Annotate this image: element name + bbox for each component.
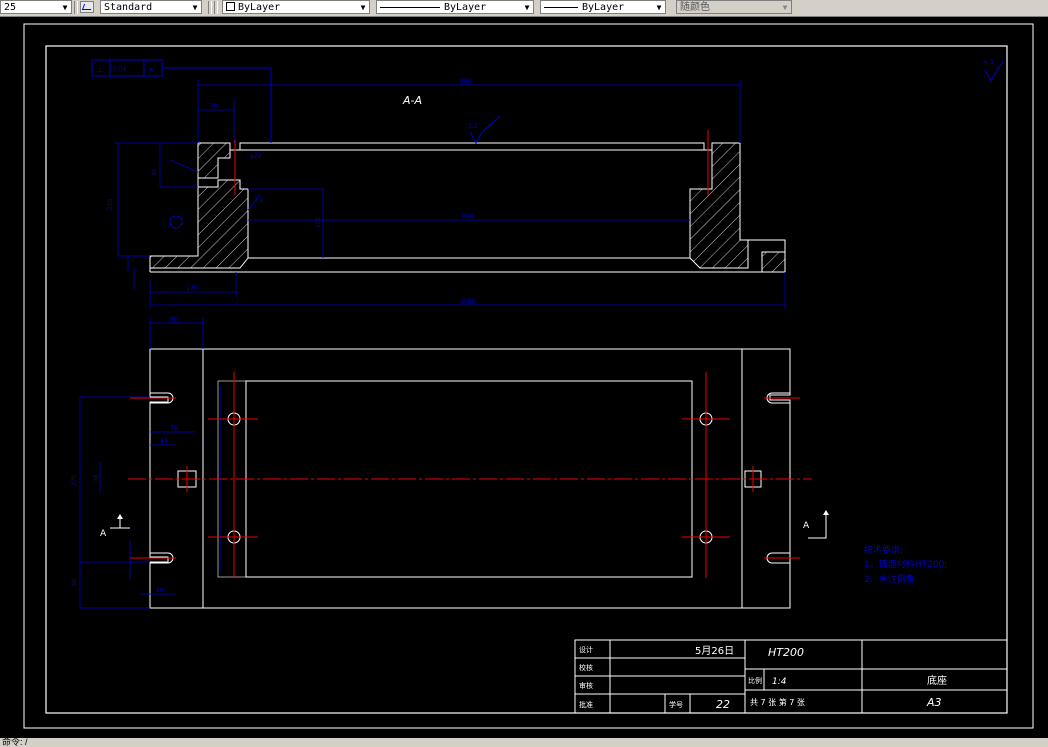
svg-text:6.3: 6.3 (984, 59, 994, 66)
dim-overall-top: 980 (460, 78, 472, 85)
plan-view: 80 270 70 44 38 90 24 A A 技术要求: 1、铸造材料HT… (71, 316, 947, 609)
tolerance-value: 0.04 (113, 66, 127, 73)
view-marker-left: A (100, 514, 130, 539)
tb-material: HT200 (768, 646, 804, 659)
section-label: A-A (402, 94, 422, 107)
dim-plan-slot-a: 70 (170, 425, 178, 432)
tech-notes-title: 技术要求: (864, 544, 903, 556)
roughness-symbol-top: 3.2 (468, 115, 501, 145)
roughness-symbol-side: 3.2 (254, 197, 264, 204)
dim-height-total: 250 (107, 198, 114, 210)
datum-a-circle (169, 215, 183, 229)
hatch-left-top (197, 142, 231, 179)
hatch-right-flange (761, 251, 786, 273)
tolerance-symbol: ⊥ (96, 65, 104, 75)
dim-plan-center: 38 (93, 474, 100, 482)
tb-design-label: 设计 (579, 645, 593, 654)
dim-height-upper: 40 (151, 168, 158, 176)
dim-plan-left: 80 (170, 316, 178, 323)
tb-scale-label: 比例 (748, 676, 762, 685)
dim-plan-bottom: 90 (71, 578, 78, 586)
title-block-text: 设计 校核 审核 批准 5月26日 HT200 比例 1:4 共 7 张 第 7… (579, 645, 947, 711)
dim-inner-width: 860 (462, 213, 474, 220)
plan-centerlines (128, 372, 812, 578)
tb-number-label: 学号 (669, 700, 683, 709)
command-line[interactable]: 命令: / (0, 738, 1048, 747)
dim-dia-small: φ22 (250, 153, 262, 160)
svg-text:3.2: 3.2 (468, 123, 478, 130)
tb-date: 5月26日 (695, 645, 734, 657)
tech-notes-line2: 2、未注倒角 (864, 573, 915, 585)
tb-number-value: 22 (716, 698, 730, 711)
drawing-canvas[interactable]: A-A ⊥ 0.04 A 980 70 φ22 250 40 860 100 1… (0, 0, 1048, 747)
sheet-inner-frame (45, 45, 1008, 714)
dim-left-offset: 70 (210, 103, 218, 110)
view-marker-right: A (803, 510, 829, 539)
svg-text:A: A (100, 529, 107, 539)
dim-overall-bottom: 1080 (460, 298, 475, 305)
tb-paper-size: A3 (926, 696, 942, 709)
dim-plan-small: 24 (156, 587, 164, 594)
tech-notes-line1: 1、铸造材料HT200; (864, 558, 947, 570)
geometric-tolerance-frame: ⊥ 0.04 A (91, 59, 272, 143)
roughness-symbol-main: 6.3 (984, 59, 1004, 83)
dim-plan-height: 270 (71, 474, 78, 486)
svg-text:A: A (803, 521, 810, 531)
hatch-right-wall (689, 142, 749, 269)
tb-part-name: 底座 (927, 674, 947, 687)
dim-plan-slot-b: 44 (160, 438, 168, 445)
tb-review-label: 审核 (579, 681, 593, 690)
tb-sheets: 共 7 张 第 7 张 (750, 697, 805, 707)
dim-bottom-left: 170 (186, 285, 198, 292)
svg-text:3.2: 3.2 (254, 197, 264, 204)
dim-inner-height: 100 (315, 216, 322, 228)
tb-approve-label: 批准 (579, 700, 593, 709)
command-line-text: 命令: / (2, 738, 28, 747)
hatch-left-wall (149, 179, 249, 269)
technical-notes: 技术要求: 1、铸造材料HT200; 2、未注倒角 (864, 544, 947, 585)
tb-scale-value: 1:4 (772, 677, 787, 687)
datum-label: A (149, 67, 154, 74)
tb-check-label: 校核 (579, 663, 593, 672)
sheet-outer-frame (23, 23, 1034, 729)
section-view: A-A ⊥ 0.04 A 980 70 φ22 250 40 860 100 1… (91, 59, 1004, 310)
